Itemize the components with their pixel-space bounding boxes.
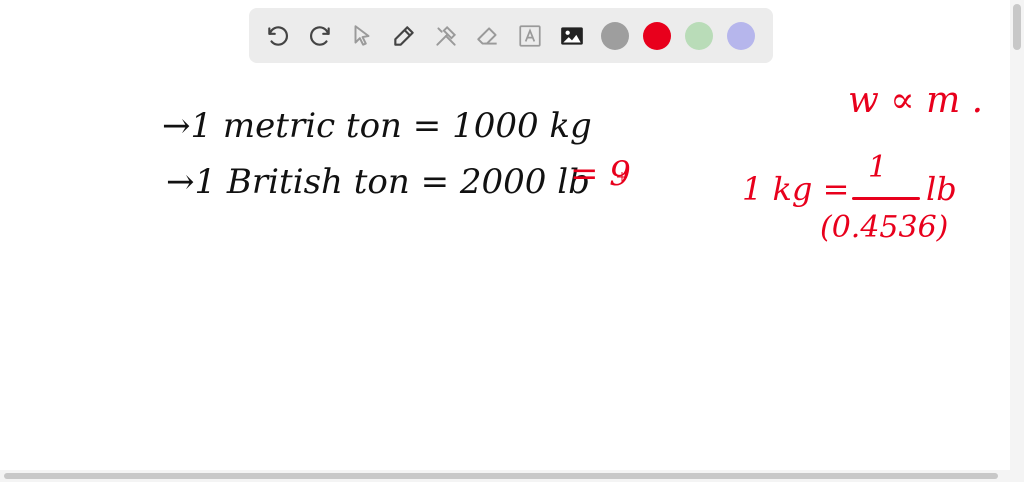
color-swatch-gray[interactable] <box>601 21 629 50</box>
color-swatch-lavender[interactable] <box>727 21 755 50</box>
lb-unit: lb <box>926 170 957 208</box>
vertical-scrollbar[interactable] <box>1010 0 1024 470</box>
horizontal-scroll-thumb[interactable] <box>4 473 998 479</box>
whiteboard-canvas[interactable]: →1 metric ton = 1000 kg →1 British ton =… <box>0 70 1010 470</box>
eraser-icon <box>477 26 497 45</box>
select-tool-button[interactable] <box>342 16 382 56</box>
kg-equation-lhs: 1 kg = <box>742 170 850 208</box>
redo-button[interactable] <box>300 16 340 56</box>
redo-icon <box>310 25 330 46</box>
metric-ton-line: →1 metric ton = 1000 kg <box>162 106 592 146</box>
undo-button[interactable] <box>258 16 298 56</box>
pen-tool-button[interactable] <box>384 16 424 56</box>
image-icon <box>561 26 583 45</box>
text-tool-button[interactable] <box>510 16 550 56</box>
color-swatch-green[interactable] <box>685 21 713 50</box>
fraction-bar <box>852 197 920 200</box>
select-pointer-icon <box>354 24 370 46</box>
vertical-scroll-thumb[interactable] <box>1013 4 1021 50</box>
color-swatch-red[interactable] <box>643 21 671 50</box>
eraser-tool-button[interactable] <box>468 16 508 56</box>
image-tool-button[interactable] <box>552 16 592 56</box>
horizontal-scrollbar[interactable] <box>0 470 1024 482</box>
weight-proportional-mass: w ∝ m . <box>848 80 984 121</box>
fraction-numerator: 1 <box>868 150 888 185</box>
crosshair-cursor-icon <box>617 172 627 182</box>
fraction-denominator: (0.4536) <box>820 210 949 245</box>
undo-icon <box>268 25 288 46</box>
tools-icon <box>436 25 457 46</box>
pen-icon <box>394 25 414 46</box>
text-box-icon <box>519 24 541 47</box>
drawing-toolbar <box>249 8 773 63</box>
tools-button[interactable] <box>426 16 466 56</box>
british-ton-line: →1 British ton = 2000 lb <box>166 162 590 202</box>
